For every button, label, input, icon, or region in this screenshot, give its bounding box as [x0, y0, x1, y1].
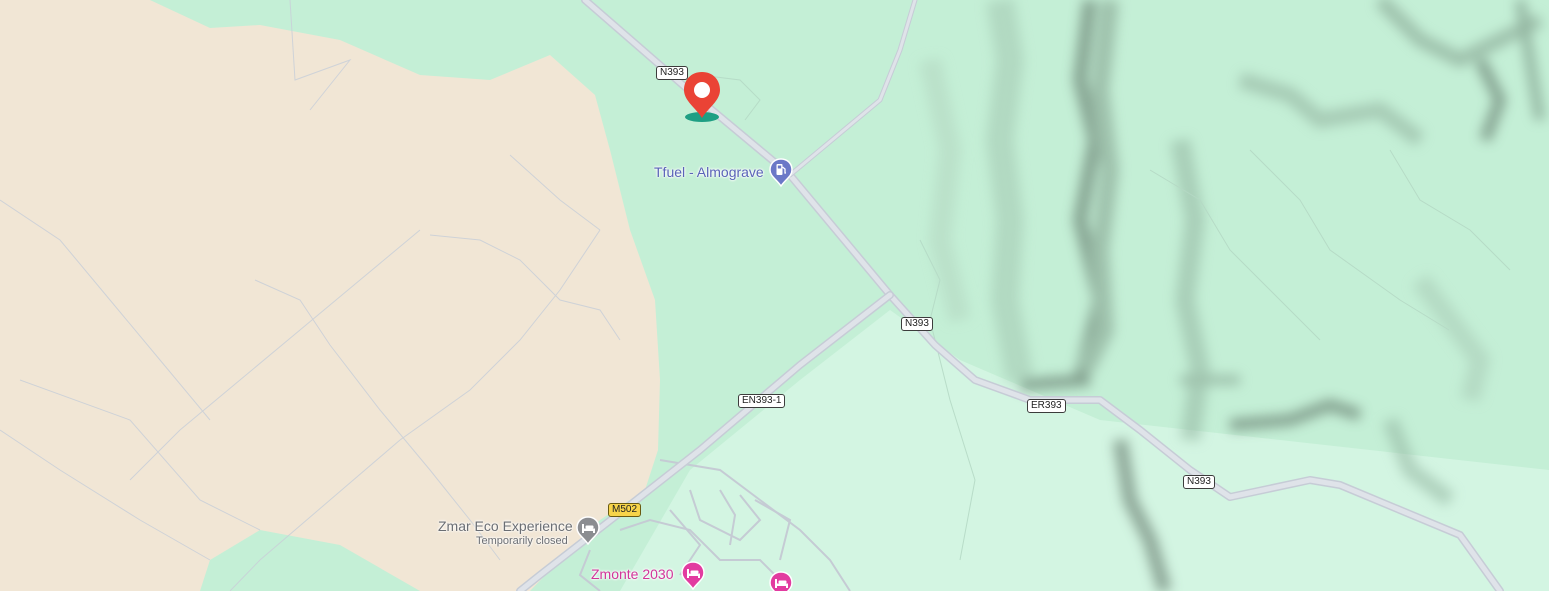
- zmonte-label[interactable]: Zmonte 2030: [591, 566, 674, 582]
- hotel-bed-icon[interactable]: [768, 571, 794, 591]
- location-pin-icon[interactable]: [682, 70, 724, 124]
- fuel-pump-icon[interactable]: [768, 158, 794, 188]
- road-shield-m502[interactable]: M502: [608, 503, 642, 517]
- road-shield-n393-east[interactable]: N393: [1183, 475, 1215, 489]
- hotel-bed-icon[interactable]: [680, 561, 706, 591]
- map-canvas[interactable]: N393 N393 EN393-1 ER393 N393 M502 Tfuel …: [0, 0, 1549, 591]
- road-shield-en393-1[interactable]: EN393-1: [738, 394, 786, 408]
- eco-experience-label[interactable]: Zmar Eco Experience: [438, 518, 573, 534]
- road-shield-n393-mid[interactable]: N393: [901, 317, 933, 331]
- road-shield-er393[interactable]: ER393: [1027, 399, 1066, 413]
- eco-experience-status: Temporarily closed: [476, 535, 568, 547]
- fuel-station-label[interactable]: Tfuel - Almograve: [654, 164, 764, 180]
- hotel-bed-icon[interactable]: [575, 516, 601, 546]
- sand-area: [0, 0, 660, 591]
- map-base-layer: [0, 0, 1549, 591]
